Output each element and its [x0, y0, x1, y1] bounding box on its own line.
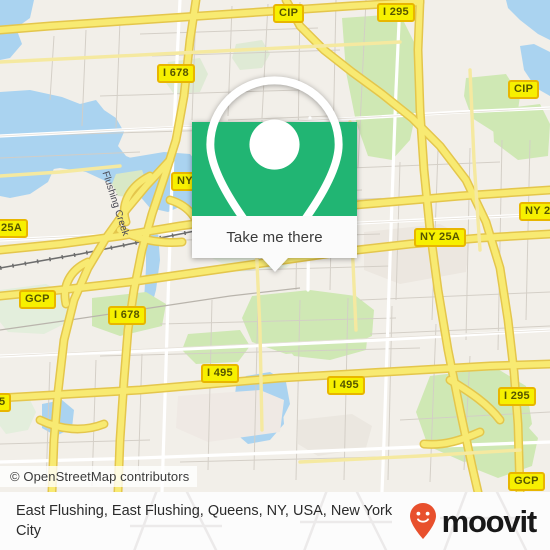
- road-shield-25a-left: 25A: [0, 219, 29, 238]
- road-shield-gcp-right: GCP: [508, 472, 545, 491]
- footer-bar: East Flushing, East Flushing, Queens, NY…: [0, 492, 550, 550]
- take-me-there-label: Take me there: [226, 228, 323, 246]
- road-shield-cip-right: CIP: [508, 80, 540, 99]
- moovit-logo[interactable]: moovit: [409, 502, 538, 540]
- moovit-wordmark: moovit: [441, 503, 538, 539]
- road-shield-ny25-right: NY 25: [519, 202, 550, 221]
- map-screenshot: CIP I 295 I 678 CIP NY NY 25 25A NY 25A …: [0, 0, 550, 550]
- road-shield-ny25a: NY 25A: [414, 228, 467, 247]
- popup-card-header: [192, 76, 357, 262]
- popup-card-tail: [261, 258, 288, 272]
- location-popup-card[interactable]: Take me there: [192, 76, 357, 272]
- place-name-label: East Flushing, East Flushing, Queens, NY…: [16, 503, 393, 539]
- road-shield-i295-right: I 295: [498, 387, 536, 406]
- road-shield-i678-mid: I 678: [108, 306, 146, 325]
- map-pin-icon: [206, 76, 343, 262]
- map-canvas[interactable]: CIP I 295 I 678 CIP NY NY 25 25A NY 25A …: [0, 0, 550, 492]
- road-shield-gcp-left: GCP: [19, 290, 56, 309]
- map-attribution[interactable]: © OpenStreetMap contributors: [0, 466, 198, 487]
- road-shield-i678-top: I 678: [157, 64, 195, 83]
- popup-card-footer[interactable]: Take me there: [192, 216, 357, 272]
- road-shield-clipped-left: 5: [0, 393, 12, 412]
- road-shield-i295-top: I 295: [377, 3, 415, 22]
- moovit-pin-smiley-icon: [409, 503, 436, 539]
